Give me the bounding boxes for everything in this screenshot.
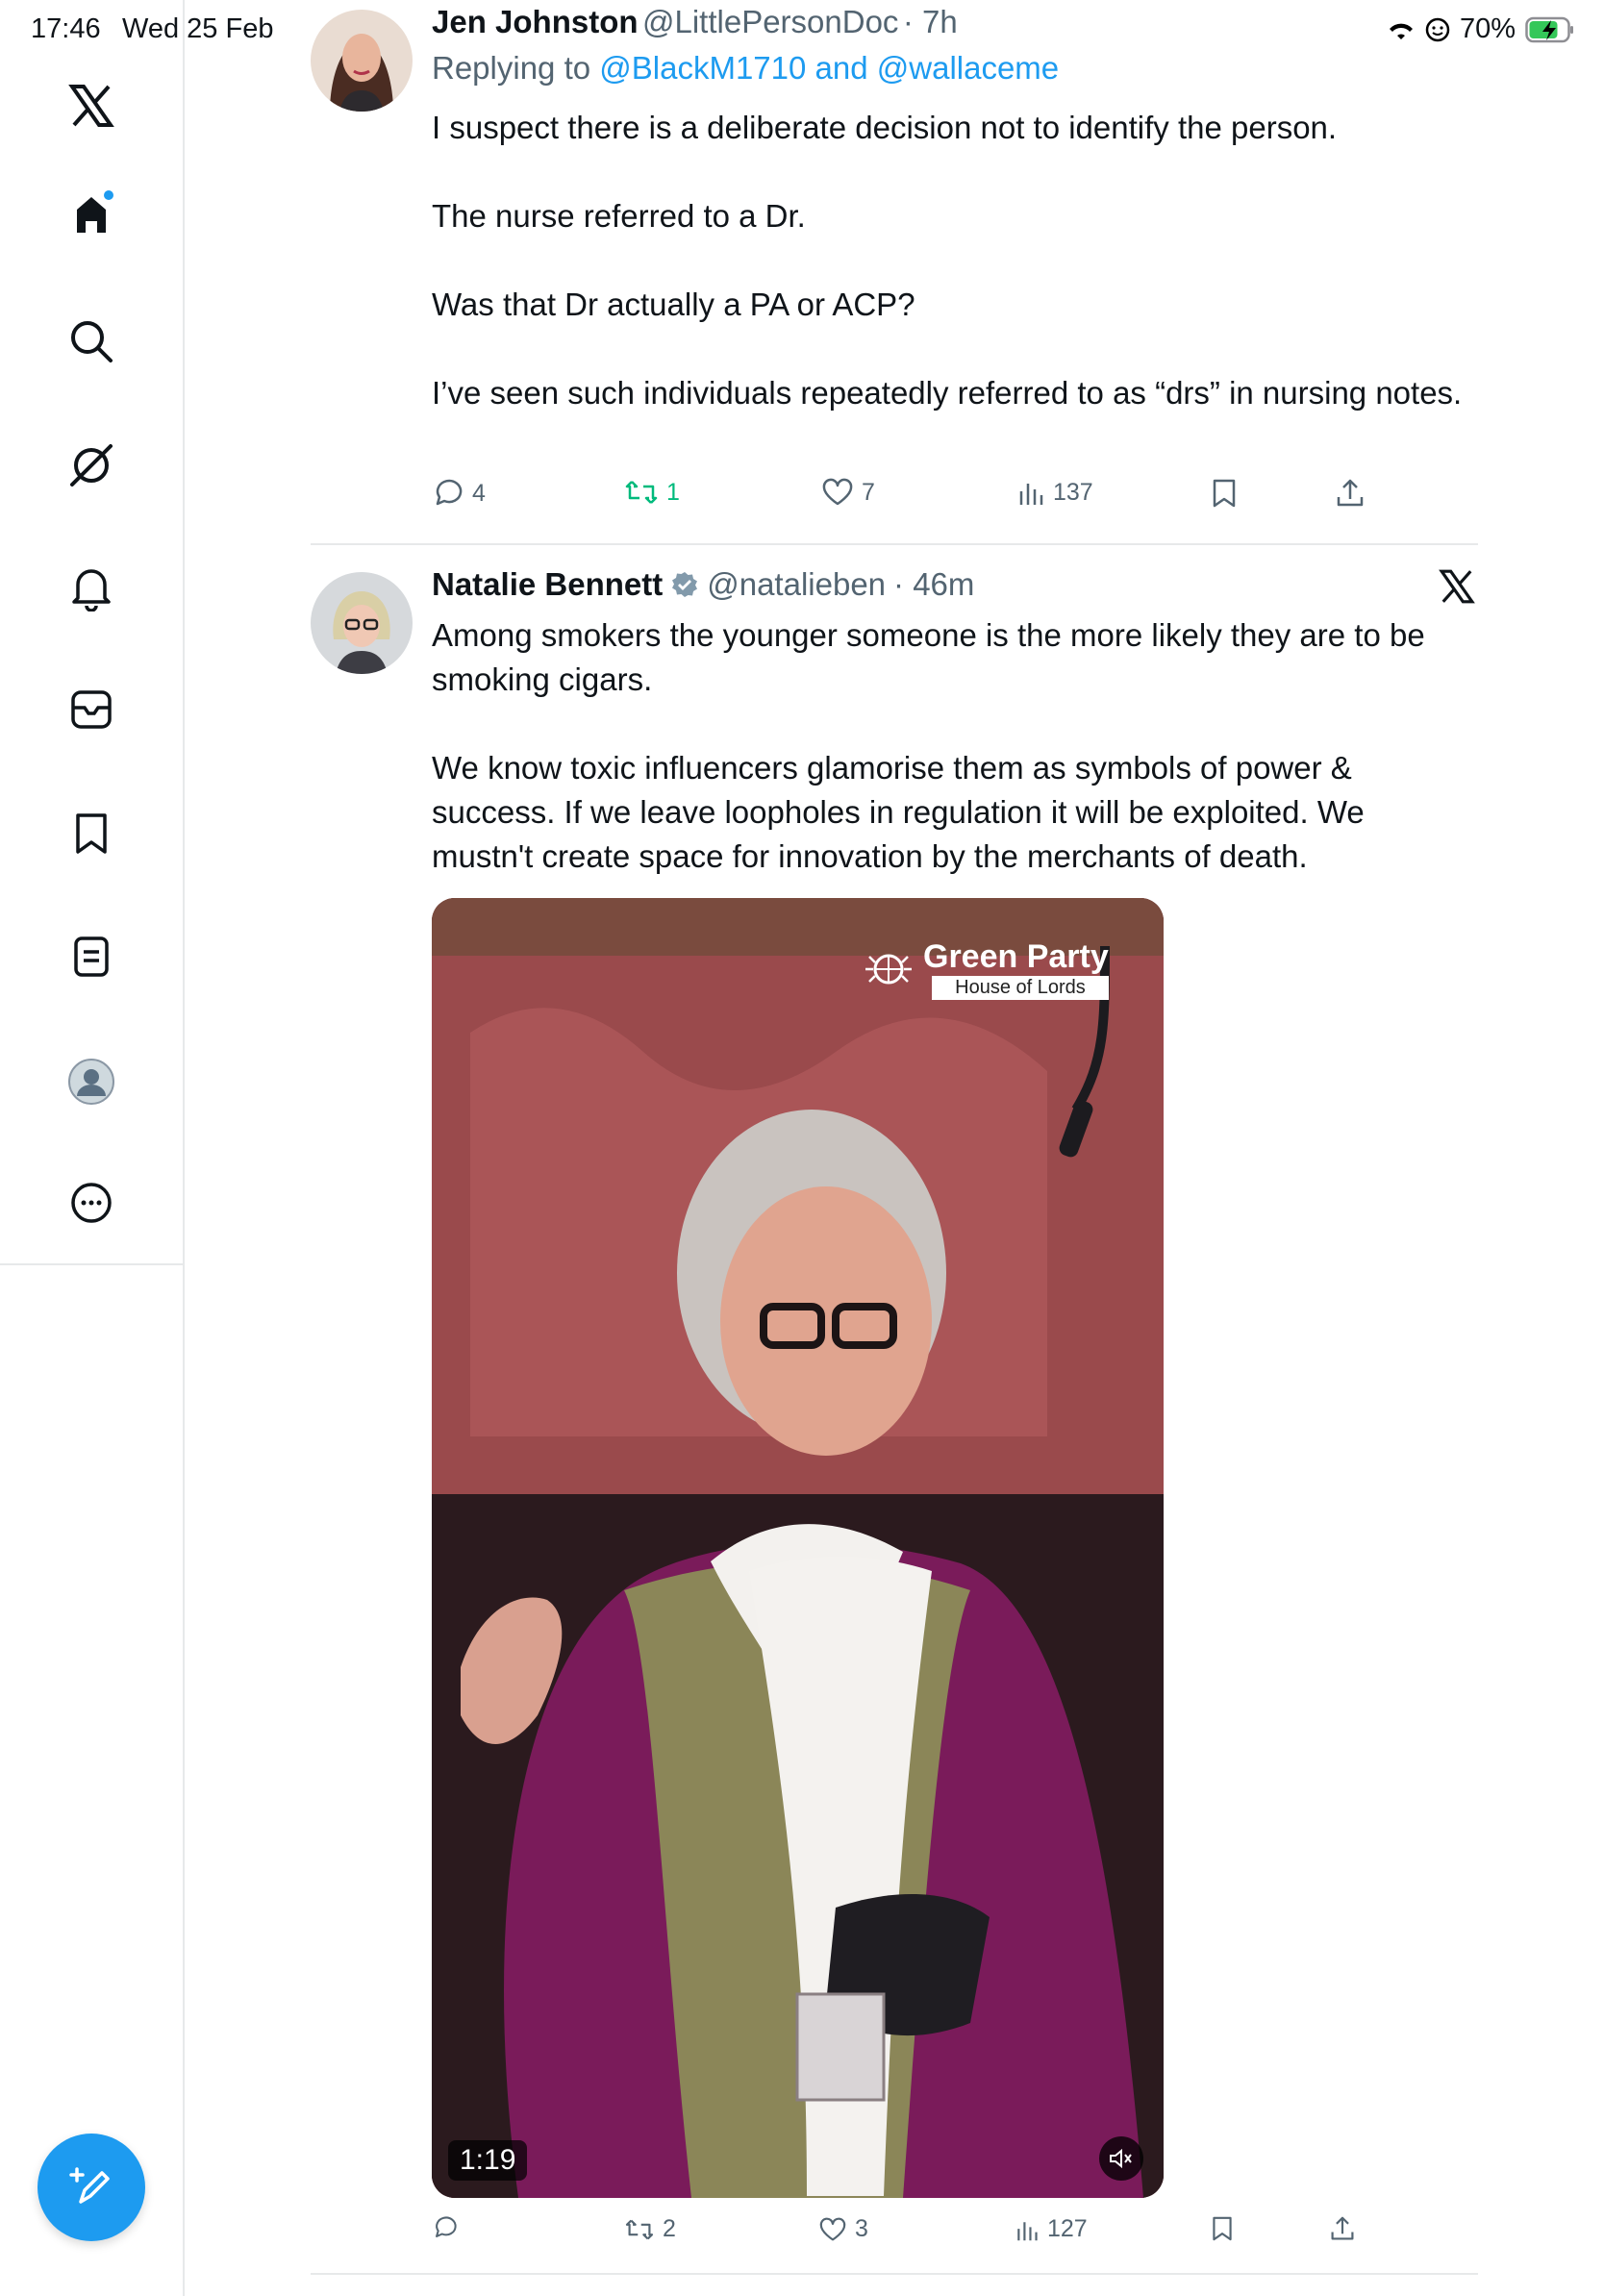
tweet-text: Among smokers the younger someone is the… [432,617,1425,874]
verified-badge-icon [672,572,698,597]
views-button[interactable]: 127 [1015,2215,1088,2243]
bookmark-button[interactable] [1211,478,1238,509]
views-button[interactable]: 137 [1016,478,1093,507]
compose-icon [69,2167,110,2204]
x-close-button[interactable] [1439,568,1475,610]
avatar[interactable] [311,10,413,112]
video-overlay-title: Green Party [923,938,1109,975]
bookmarks-icon [76,813,107,854]
sidebar-item-grok[interactable] [0,442,183,488]
wifi-icon [1389,23,1413,39]
bookmark-icon [1213,479,1236,508]
tweet-actions: 2 3 127 [432,2215,1393,2254]
like-button[interactable]: 7 [821,478,875,507]
author-handle[interactable]: @natalieben [707,566,886,603]
focus-icon [1425,17,1450,41]
repost-count: 2 [663,2215,676,2242]
share-button[interactable] [1336,478,1365,509]
battery-charging-icon [1525,16,1573,42]
sidebar-item-messages[interactable] [0,688,183,731]
like-icon [819,2217,846,2240]
muted-speaker-icon [1110,2148,1132,2169]
tweet-time: · 7h [902,4,958,39]
share-icon [1337,479,1364,507]
sidebar-item-bookmarks[interactable] [0,811,183,856]
compose-button[interactable] [38,2134,145,2241]
sidebar-item-home[interactable] [0,190,183,242]
reply-button[interactable]: 4 [432,478,486,509]
home-icon [77,190,113,233]
lists-icon [74,936,109,977]
share-button[interactable] [1330,2215,1355,2242]
tweet-divider [311,2273,1478,2275]
like-count: 7 [862,478,875,506]
reply-button[interactable] [432,2215,466,2240]
more-icon [71,1183,112,1223]
view-count: 137 [1053,478,1093,506]
tweet-header: Natalie Bennett @natalieben · 46m [432,566,974,603]
x-logo-icon [1439,569,1475,604]
messages-icon [71,690,112,729]
repost-count: 1 [666,478,680,506]
profile-icon [68,1059,114,1105]
status-indicators: 70% [1387,13,1575,45]
views-icon [1017,2221,1038,2240]
views-icon [1019,484,1043,505]
globe-icon [865,954,912,985]
repost-icon [625,2219,654,2239]
reply-icon [436,479,463,506]
reply-icon [436,2216,457,2237]
sidebar-item-profile[interactable] [0,1058,183,1106]
tweet-time: · 46m [893,566,975,602]
tweet-text: I suspect there is a deliberate decision… [432,110,1463,411]
author-name[interactable]: Jen Johnston [432,4,639,39]
like-count: 3 [855,2215,868,2242]
grok-icon [70,444,113,487]
video-frame [432,898,1164,2198]
repost-button[interactable]: 2 [624,2215,676,2243]
author-handle[interactable]: @LittlePersonDoc [642,4,898,39]
sidebar-item-search[interactable] [0,319,183,363]
sidebar-item-notifications[interactable] [0,565,183,611]
video-overlay-logo: Green Party House of Lords [860,938,1109,1000]
video-overlay-subtitle: House of Lords [932,976,1109,1000]
repost-button[interactable]: 1 [624,478,680,507]
sidebar-item-lists[interactable] [0,935,183,979]
avatar-photo [311,10,413,112]
bookmark-icon [1213,2216,1232,2241]
x-logo-icon [68,85,114,127]
tweet-actions: 4 1 7 137 [432,478,1393,516]
mute-button[interactable] [1099,2136,1143,2181]
bookmark-button[interactable] [1211,2215,1234,2242]
avatar-photo [311,572,413,674]
like-icon [822,478,853,506]
video-player[interactable]: Green Party House of Lords [432,898,1164,2198]
battery-percent: 70% [1459,13,1516,44]
reply-count: 4 [472,479,486,507]
notifications-icon [72,569,111,611]
replying-to-links[interactable]: @BlackM1710 and @wallaceme [599,50,1059,86]
tweet-header: Jen Johnston @LittlePersonDoc · 7h [432,4,958,40]
author-name[interactable]: Natalie Bennett [432,566,663,603]
like-button[interactable]: 3 [818,2215,868,2243]
repost-icon [625,481,658,504]
view-count: 127 [1047,2215,1088,2242]
replying-prefix: Replying to [432,50,600,86]
search-icon [71,321,113,362]
tweet-divider [311,543,1478,545]
share-icon [1331,2216,1354,2240]
replying-to: Replying to @BlackM1710 and @wallaceme [432,50,1059,87]
sidebar-item-x-logo[interactable] [0,83,183,129]
sidebar-nav [0,0,185,1265]
sidebar-item-more[interactable] [0,1181,183,1225]
video-duration: 1:19 [448,2140,528,2181]
avatar[interactable] [311,572,413,674]
